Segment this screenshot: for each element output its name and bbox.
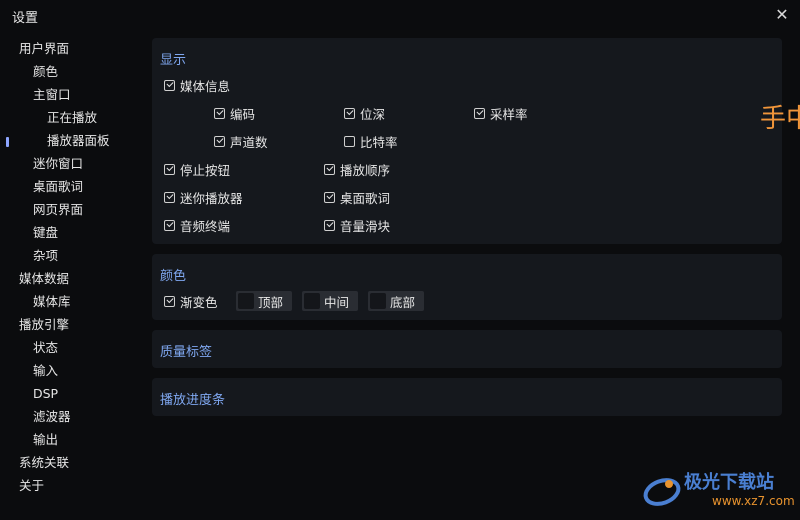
play-order-checkbox[interactable]: 播放顺序 <box>324 160 390 178</box>
display-panel: 显示 媒体信息 编码 位深 采样率 声道数 比特率 停止按钮 播放顺序 迷你播放… <box>152 38 782 244</box>
bottom-color-button[interactable]: 底部 <box>368 291 424 311</box>
watermark: 极光下载站 www.xz7.com <box>642 468 795 514</box>
sidebar-item-main-window[interactable]: 主窗口 <box>33 85 71 105</box>
middle-color-button[interactable]: 中间 <box>302 291 358 311</box>
bit-depth-checkbox[interactable]: 位深 <box>344 104 385 122</box>
sidebar-item-output[interactable]: 输出 <box>33 430 58 450</box>
side-text: 手中 <box>760 104 800 134</box>
quality-tag-panel[interactable]: 质量标签 <box>152 330 782 368</box>
checkbox-checked-icon <box>164 295 175 307</box>
bitrate-checkbox[interactable]: 比特率 <box>344 132 398 150</box>
checkbox-checked-icon <box>344 107 355 119</box>
color-swatch <box>304 293 320 309</box>
sidebar-item-now-playing[interactable]: 正在播放 <box>47 108 97 128</box>
checkbox-checked-icon <box>164 163 175 175</box>
sidebar-item-status[interactable]: 状态 <box>33 338 58 358</box>
sidebar-item-media-library[interactable]: 媒体库 <box>33 292 71 312</box>
sidebar-item-media-data[interactable]: 媒体数据 <box>19 269 69 289</box>
sidebar-item-input[interactable]: 输入 <box>33 361 58 381</box>
top-color-button[interactable]: 顶部 <box>236 291 292 311</box>
checkbox-checked-icon <box>164 191 175 203</box>
colors-section-title: 颜色 <box>160 269 187 284</box>
checkbox-checked-icon <box>324 191 335 203</box>
gradient-checkbox[interactable]: 渐变色 <box>164 292 218 310</box>
color-swatch <box>238 293 254 309</box>
color-swatch <box>370 293 386 309</box>
channels-checkbox[interactable]: 声道数 <box>214 132 268 150</box>
sidebar-item-keyboard[interactable]: 键盘 <box>33 223 58 243</box>
progress-bar-panel[interactable]: 播放进度条 <box>152 378 782 416</box>
sidebar-item-mini-window[interactable]: 迷你窗口 <box>33 154 83 174</box>
settings-sidebar: 用户界面 颜色 主窗口 正在播放 播放器面板 迷你窗口 桌面歌词 网页界面 键盘… <box>0 30 145 520</box>
checkbox-checked-icon <box>324 163 335 175</box>
desktop-lyrics-checkbox[interactable]: 桌面歌词 <box>324 188 390 206</box>
checkbox-checked-icon <box>324 219 335 231</box>
spectrum-checkbox[interactable]: 音频终端 <box>164 216 230 234</box>
mini-player-checkbox[interactable]: 迷你播放器 <box>164 188 243 206</box>
colors-panel: 颜色 渐变色 顶部 中间 底部 <box>152 254 782 320</box>
selected-indicator <box>6 137 9 147</box>
checkbox-unchecked-icon <box>344 135 355 147</box>
checkbox-checked-icon <box>214 135 225 147</box>
codec-checkbox[interactable]: 编码 <box>214 104 255 122</box>
quality-tag-section-title: 质量标签 <box>160 345 213 360</box>
sidebar-item-about[interactable]: 关于 <box>19 476 44 496</box>
sidebar-item-web-ui[interactable]: 网页界面 <box>33 200 83 220</box>
checkbox-checked-icon <box>474 107 485 119</box>
sidebar-item-filter[interactable]: 滤波器 <box>33 407 71 427</box>
title-bar: 设置 ✕ <box>0 0 800 30</box>
sidebar-item-system-association[interactable]: 系统关联 <box>19 453 69 473</box>
display-section-title: 显示 <box>160 53 187 68</box>
checkbox-checked-icon <box>164 79 175 91</box>
sidebar-item-player-panel[interactable]: 播放器面板 <box>47 131 110 151</box>
sidebar-item-user-interface[interactable]: 用户界面 <box>19 39 69 59</box>
watermark-url: www.xz7.com <box>712 494 795 508</box>
sidebar-item-misc[interactable]: 杂项 <box>33 246 58 266</box>
sidebar-item-dsp[interactable]: DSP <box>33 384 58 404</box>
watermark-name: 极光下载站 <box>684 472 774 493</box>
volume-slider-checkbox[interactable]: 音量滑块 <box>324 216 390 234</box>
watermark-logo-icon <box>643 478 681 506</box>
window-title: 设置 <box>12 11 39 26</box>
sidebar-item-colors[interactable]: 颜色 <box>33 62 58 82</box>
sample-rate-checkbox[interactable]: 采样率 <box>474 104 528 122</box>
progress-bar-section-title: 播放进度条 <box>160 393 226 408</box>
sidebar-item-playback-engine[interactable]: 播放引擎 <box>19 315 69 335</box>
close-icon[interactable]: ✕ <box>772 5 792 25</box>
media-info-checkbox[interactable]: 媒体信息 <box>164 76 230 94</box>
checkbox-checked-icon <box>214 107 225 119</box>
stop-button-checkbox[interactable]: 停止按钮 <box>164 160 230 178</box>
checkbox-checked-icon <box>164 219 175 231</box>
sidebar-item-desktop-lyrics[interactable]: 桌面歌词 <box>33 177 83 197</box>
